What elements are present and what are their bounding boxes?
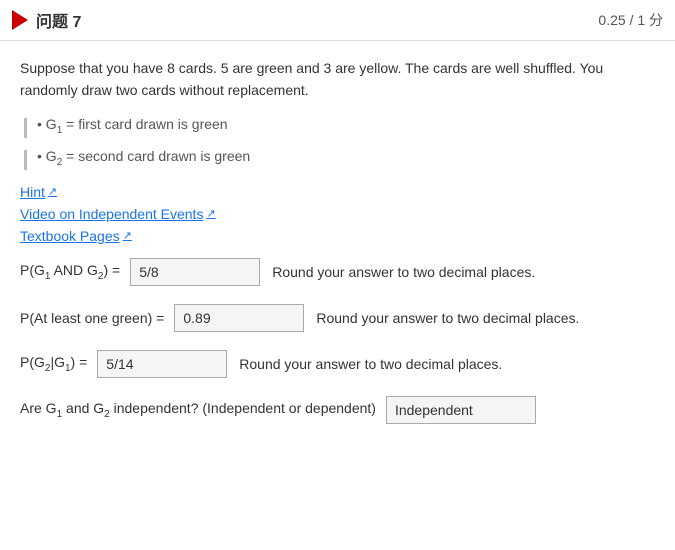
- question-header: 问题 7 0.25 / 1 分: [0, 0, 675, 41]
- q2-input[interactable]: [174, 304, 304, 332]
- bullet-g1-text: • G1 = first card drawn is green: [37, 116, 228, 136]
- main-content: Suppose that you have 8 cards. 5 are gre…: [0, 41, 675, 458]
- q1-round-note: Round your answer to two decimal places.: [272, 264, 535, 280]
- q2-round-note: Round your answer to two decimal places.: [316, 310, 579, 326]
- q4-input[interactable]: [386, 396, 536, 424]
- bullet-g1: • G1 = first card drawn is green: [20, 116, 655, 138]
- q3-round-note: Round your answer to two decimal places.: [239, 356, 502, 372]
- q1-input[interactable]: [130, 258, 260, 286]
- score-display: 0.25 / 1 分: [598, 10, 663, 30]
- bullet-bar-2: [24, 150, 27, 170]
- bullet-g2: • G2 = second card drawn is green: [20, 148, 655, 170]
- q2-label: P(At least one green) =: [20, 310, 164, 326]
- links-section: Hint ↗ Video on Independent Events ↗ Tex…: [20, 184, 655, 244]
- textbook-link[interactable]: Textbook Pages ↗: [20, 228, 655, 244]
- question-row-2: P(At least one green) = Round your answe…: [20, 304, 655, 332]
- question-row-3: P(G2|G1) = Round your answer to two deci…: [20, 350, 655, 378]
- video-icon: ↗: [206, 207, 215, 220]
- q4-label: Are G1 and G2 independent? (Independent …: [20, 400, 376, 420]
- question-title: 问题 7: [36, 8, 81, 32]
- hint-icon: ↗: [48, 185, 57, 198]
- video-link[interactable]: Video on Independent Events ↗: [20, 206, 655, 222]
- header-left: 问题 7: [12, 8, 81, 32]
- bullet-bar-1: [24, 118, 27, 138]
- textbook-icon: ↗: [123, 229, 132, 242]
- red-arrow-icon: [12, 10, 28, 30]
- textbook-label: Textbook Pages: [20, 228, 120, 244]
- question-row-1: P(G1 AND G2) = Round your answer to two …: [20, 258, 655, 286]
- problem-text: Suppose that you have 8 cards. 5 are gre…: [20, 57, 655, 102]
- video-label: Video on Independent Events: [20, 206, 203, 222]
- hint-link[interactable]: Hint ↗: [20, 184, 655, 200]
- q3-label: P(G2|G1) =: [20, 354, 87, 374]
- q3-input[interactable]: [97, 350, 227, 378]
- q1-label: P(G1 AND G2) =: [20, 262, 120, 282]
- bullet-g2-text: • G2 = second card drawn is green: [37, 148, 250, 168]
- question-row-4: Are G1 and G2 independent? (Independent …: [20, 396, 655, 424]
- hint-label: Hint: [20, 184, 45, 200]
